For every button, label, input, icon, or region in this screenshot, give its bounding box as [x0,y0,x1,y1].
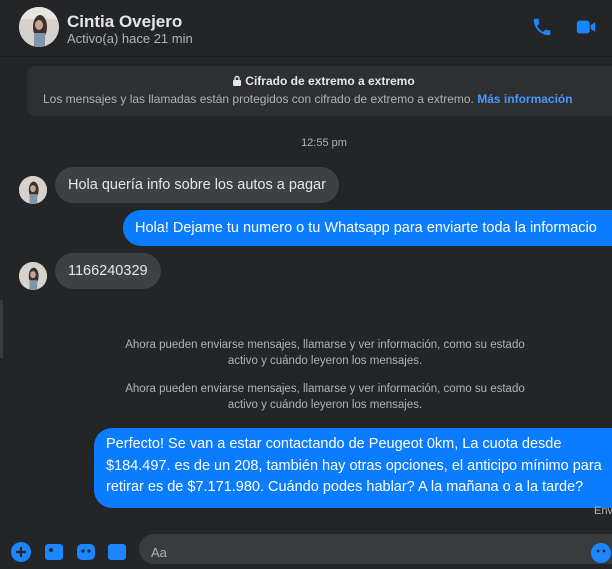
message-sent-status: Env [594,505,612,517]
outgoing-message-bubble[interactable]: Hola! Dejame tu numero o tu Whatsapp par… [123,210,612,246]
contact-avatar-small[interactable] [19,176,47,204]
incoming-message-bubble[interactable]: 1166240329 [55,253,161,289]
message-input[interactable] [139,534,612,564]
system-message: Ahora pueden enviarse mensajes, llamarse… [125,339,525,367]
phone-icon[interactable] [531,16,553,43]
contact-avatar[interactable] [19,7,59,47]
encryption-description: Los mensajes y las llamadas están proteg… [43,92,474,106]
conversation-header: Cintia Ovejero Activo(a) hace 21 min [0,0,612,57]
image-icon[interactable] [44,542,64,567]
video-camera-icon[interactable] [575,16,597,43]
message-composer [0,530,612,564]
message-timestamp: 12:55 pm [301,137,347,149]
contact-name[interactable]: Cintia Ovejero [67,12,182,32]
system-message: Ahora pueden enviarse mensajes, llamarse… [125,383,525,411]
contact-active-status: Activo(a) hace 21 min [67,31,193,46]
sticker-icon[interactable] [76,542,96,567]
more-info-link[interactable]: Más información [477,92,572,106]
lock-icon [233,75,242,86]
gif-icon[interactable] [107,542,127,567]
outgoing-message-bubble[interactable]: Perfecto! Se van a estar contactando de … [94,428,612,508]
avatar-photo-icon [19,7,59,47]
encryption-notice: Cifrado de extremo a extremo Los mensaje… [27,66,612,116]
encryption-title: Cifrado de extremo a extremo [245,74,415,88]
plus-icon[interactable] [11,542,31,567]
incoming-message-bubble[interactable]: Hola quería info sobre los autos a pagar [55,167,339,203]
contact-avatar-small[interactable] [19,262,47,290]
avatar-photo-icon [19,176,47,204]
emoji-icon[interactable] [590,542,612,569]
avatar-photo-icon [19,262,47,290]
